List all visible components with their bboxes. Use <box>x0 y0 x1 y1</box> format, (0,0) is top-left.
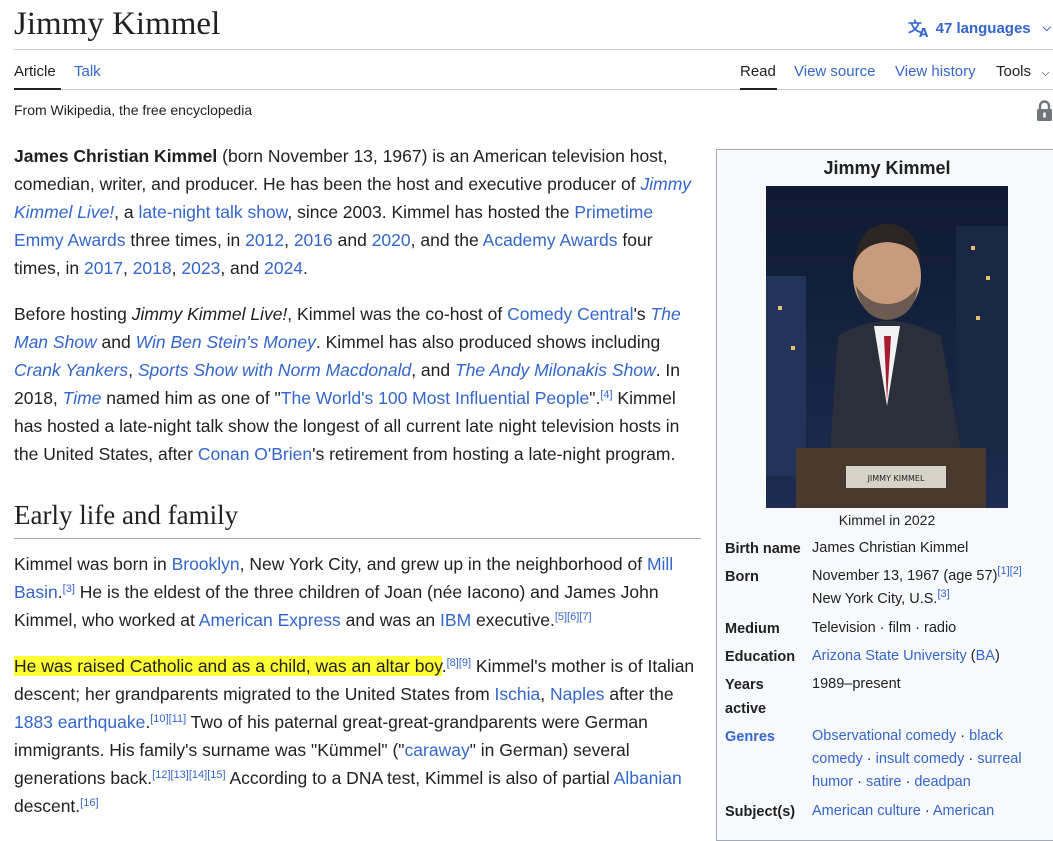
ref-12-15[interactable]: [12][13][14][15] <box>152 769 225 781</box>
translate-icon: 文 A <box>908 19 929 38</box>
intro-paragraph-2: Before hosting Jimmy Kimmel Live!, Kimme… <box>14 304 681 464</box>
born-place: New York City, U.S. <box>812 591 938 607</box>
lock-icon[interactable] <box>1036 100 1053 122</box>
link-win-ben-steins-money[interactable]: Win Ben Stein's Money <box>136 332 316 352</box>
link-late-night-talk-show[interactable]: late-night talk show <box>139 202 288 222</box>
value-education: Arizona State University (BA) <box>812 648 1000 664</box>
link-ba[interactable]: BA <box>976 648 995 664</box>
infobox-title: Jimmy Kimmel <box>823 158 951 178</box>
languages-button[interactable]: 文 A 47 languages ⌵ <box>908 18 1053 38</box>
link-arizona-state[interactable]: Arizona State University <box>812 648 967 664</box>
link-conan-obrien[interactable]: Conan O'Brien <box>198 444 312 464</box>
link-brooklyn[interactable]: Brooklyn <box>172 554 240 574</box>
value-born: November 13, 1967 (age 57)[1][2] New Yor… <box>812 565 1052 611</box>
value-genres: Observational comedy · black comedy · in… <box>812 728 1022 790</box>
label-education: Education <box>725 649 796 665</box>
section-heading: Early life and family <box>14 500 239 530</box>
link-ischia[interactable]: Ischia <box>495 684 541 704</box>
chevron-down-icon: ⌵ <box>1042 21 1051 34</box>
years-active-line-2: active <box>725 701 767 717</box>
tools-label: Tools <box>996 63 1032 80</box>
link-ibm[interactable]: IBM <box>440 610 471 630</box>
ref-8-9[interactable]: [8][9] <box>447 657 471 669</box>
link-time[interactable]: Time <box>63 388 102 408</box>
link-observational-comedy[interactable]: Observational comedy <box>812 728 956 744</box>
link-american-culture[interactable]: American culture <box>812 803 921 819</box>
page-title: Jimmy Kimmel <box>14 6 221 42</box>
ref-1-2[interactable]: [1][2] <box>997 565 1021 577</box>
early-life-paragraph-2: He was raised Catholic and as a child, w… <box>14 656 695 816</box>
link-2017[interactable]: 2017 <box>84 258 123 278</box>
link-insult-comedy[interactable]: insult comedy <box>876 751 965 767</box>
link-american-express[interactable]: American Express <box>199 610 341 630</box>
value-years-active: 1989–present <box>812 676 901 692</box>
link-genres-label[interactable]: Genres <box>725 729 775 745</box>
ref-5-6-7[interactable]: [5][6][7] <box>555 611 592 623</box>
tools-menu[interactable]: Tools ⌵ <box>996 63 1050 80</box>
link-deadpan[interactable]: deadpan <box>914 774 970 790</box>
link-satire[interactable]: satire <box>866 774 901 790</box>
ref-16[interactable]: [16] <box>80 797 98 809</box>
link-mill-basin[interactable]: Mill Basin <box>14 554 673 602</box>
link-sports-show[interactable]: Sports Show with Norm Macdonald <box>138 360 411 380</box>
tab-read[interactable]: Read <box>740 63 776 80</box>
born-date: November 13, 1967 (age 57) <box>812 568 998 584</box>
link-comedy-central[interactable]: Comedy Central <box>507 304 633 324</box>
link-albanian[interactable]: Albanian <box>614 768 682 788</box>
tab-article[interactable]: Article <box>14 63 56 80</box>
tagline: From Wikipedia, the free encyclopedia <box>14 102 253 118</box>
tab-view-history[interactable]: View history <box>895 63 976 80</box>
label-born: Born <box>725 569 759 585</box>
link-crank-yankers[interactable]: Crank Yankers <box>14 360 128 380</box>
title-divider <box>14 49 1053 50</box>
tabs-divider <box>14 89 1053 90</box>
active-view-indicator <box>740 88 777 90</box>
photo-caption: Kimmel in 2022 <box>838 512 936 528</box>
link-academy-awards[interactable]: Academy Awards <box>483 230 618 250</box>
label-medium: Medium <box>725 621 780 637</box>
intro-paragraph-1: James Christian Kimmel (born November 13… <box>14 146 692 278</box>
early-life-paragraph-1: Kimmel was born in Brooklyn, New York Ci… <box>14 554 674 630</box>
svg-text:A: A <box>919 26 929 38</box>
value-medium: Television · film · radio <box>812 620 957 636</box>
tab-view-source[interactable]: View source <box>794 63 875 80</box>
link-2020[interactable]: 2020 <box>372 230 411 250</box>
portrait-photo[interactable]: JIMMY KIMMEL <box>766 186 1008 508</box>
label-subjects: Subject(s) <box>725 804 796 820</box>
ref-3-infobox[interactable]: [3] <box>937 588 949 600</box>
tab-talk[interactable]: Talk <box>74 63 101 80</box>
nameplate-text: JIMMY KIMMEL <box>867 474 925 483</box>
languages-label: 47 languages <box>935 19 1031 37</box>
active-tab-indicator <box>14 88 61 90</box>
link-andy-milonakis-show[interactable]: The Andy Milonakis Show <box>455 360 656 380</box>
link-naples[interactable]: Naples <box>550 684 604 704</box>
highlighted-sentence: He was raised Catholic and as a child, w… <box>14 656 442 676</box>
ref-10-11[interactable]: [10][11] <box>150 713 186 725</box>
link-american[interactable]: American <box>933 803 994 819</box>
link-caraway[interactable]: caraway <box>405 740 470 760</box>
infobox: Jimmy Kimmel JIMMY KIMMEL Kimmel in 2022… <box>716 149 1053 841</box>
section-divider <box>14 538 701 539</box>
value-subjects: American culture · American <box>812 803 995 819</box>
link-2016[interactable]: 2016 <box>294 230 333 250</box>
label-years-active: Years active <box>725 673 766 721</box>
ref-3[interactable]: [3] <box>63 583 75 595</box>
link-2012[interactable]: 2012 <box>245 230 284 250</box>
chevron-down-icon: ⌵ <box>1041 67 1050 79</box>
link-2018[interactable]: 2018 <box>133 258 172 278</box>
link-2023[interactable]: 2023 <box>181 258 220 278</box>
link-1883-earthquake[interactable]: 1883 earthquake <box>14 712 145 732</box>
value-birth-name: James Christian Kimmel <box>812 540 969 556</box>
label-birth-name: Birth name <box>725 541 801 557</box>
link-2024[interactable]: 2024 <box>264 258 303 278</box>
ref-4[interactable]: [4] <box>600 389 612 401</box>
years-active-line-1: Years <box>725 677 764 693</box>
link-time-100[interactable]: The World's 100 Most Influential People <box>281 388 589 408</box>
